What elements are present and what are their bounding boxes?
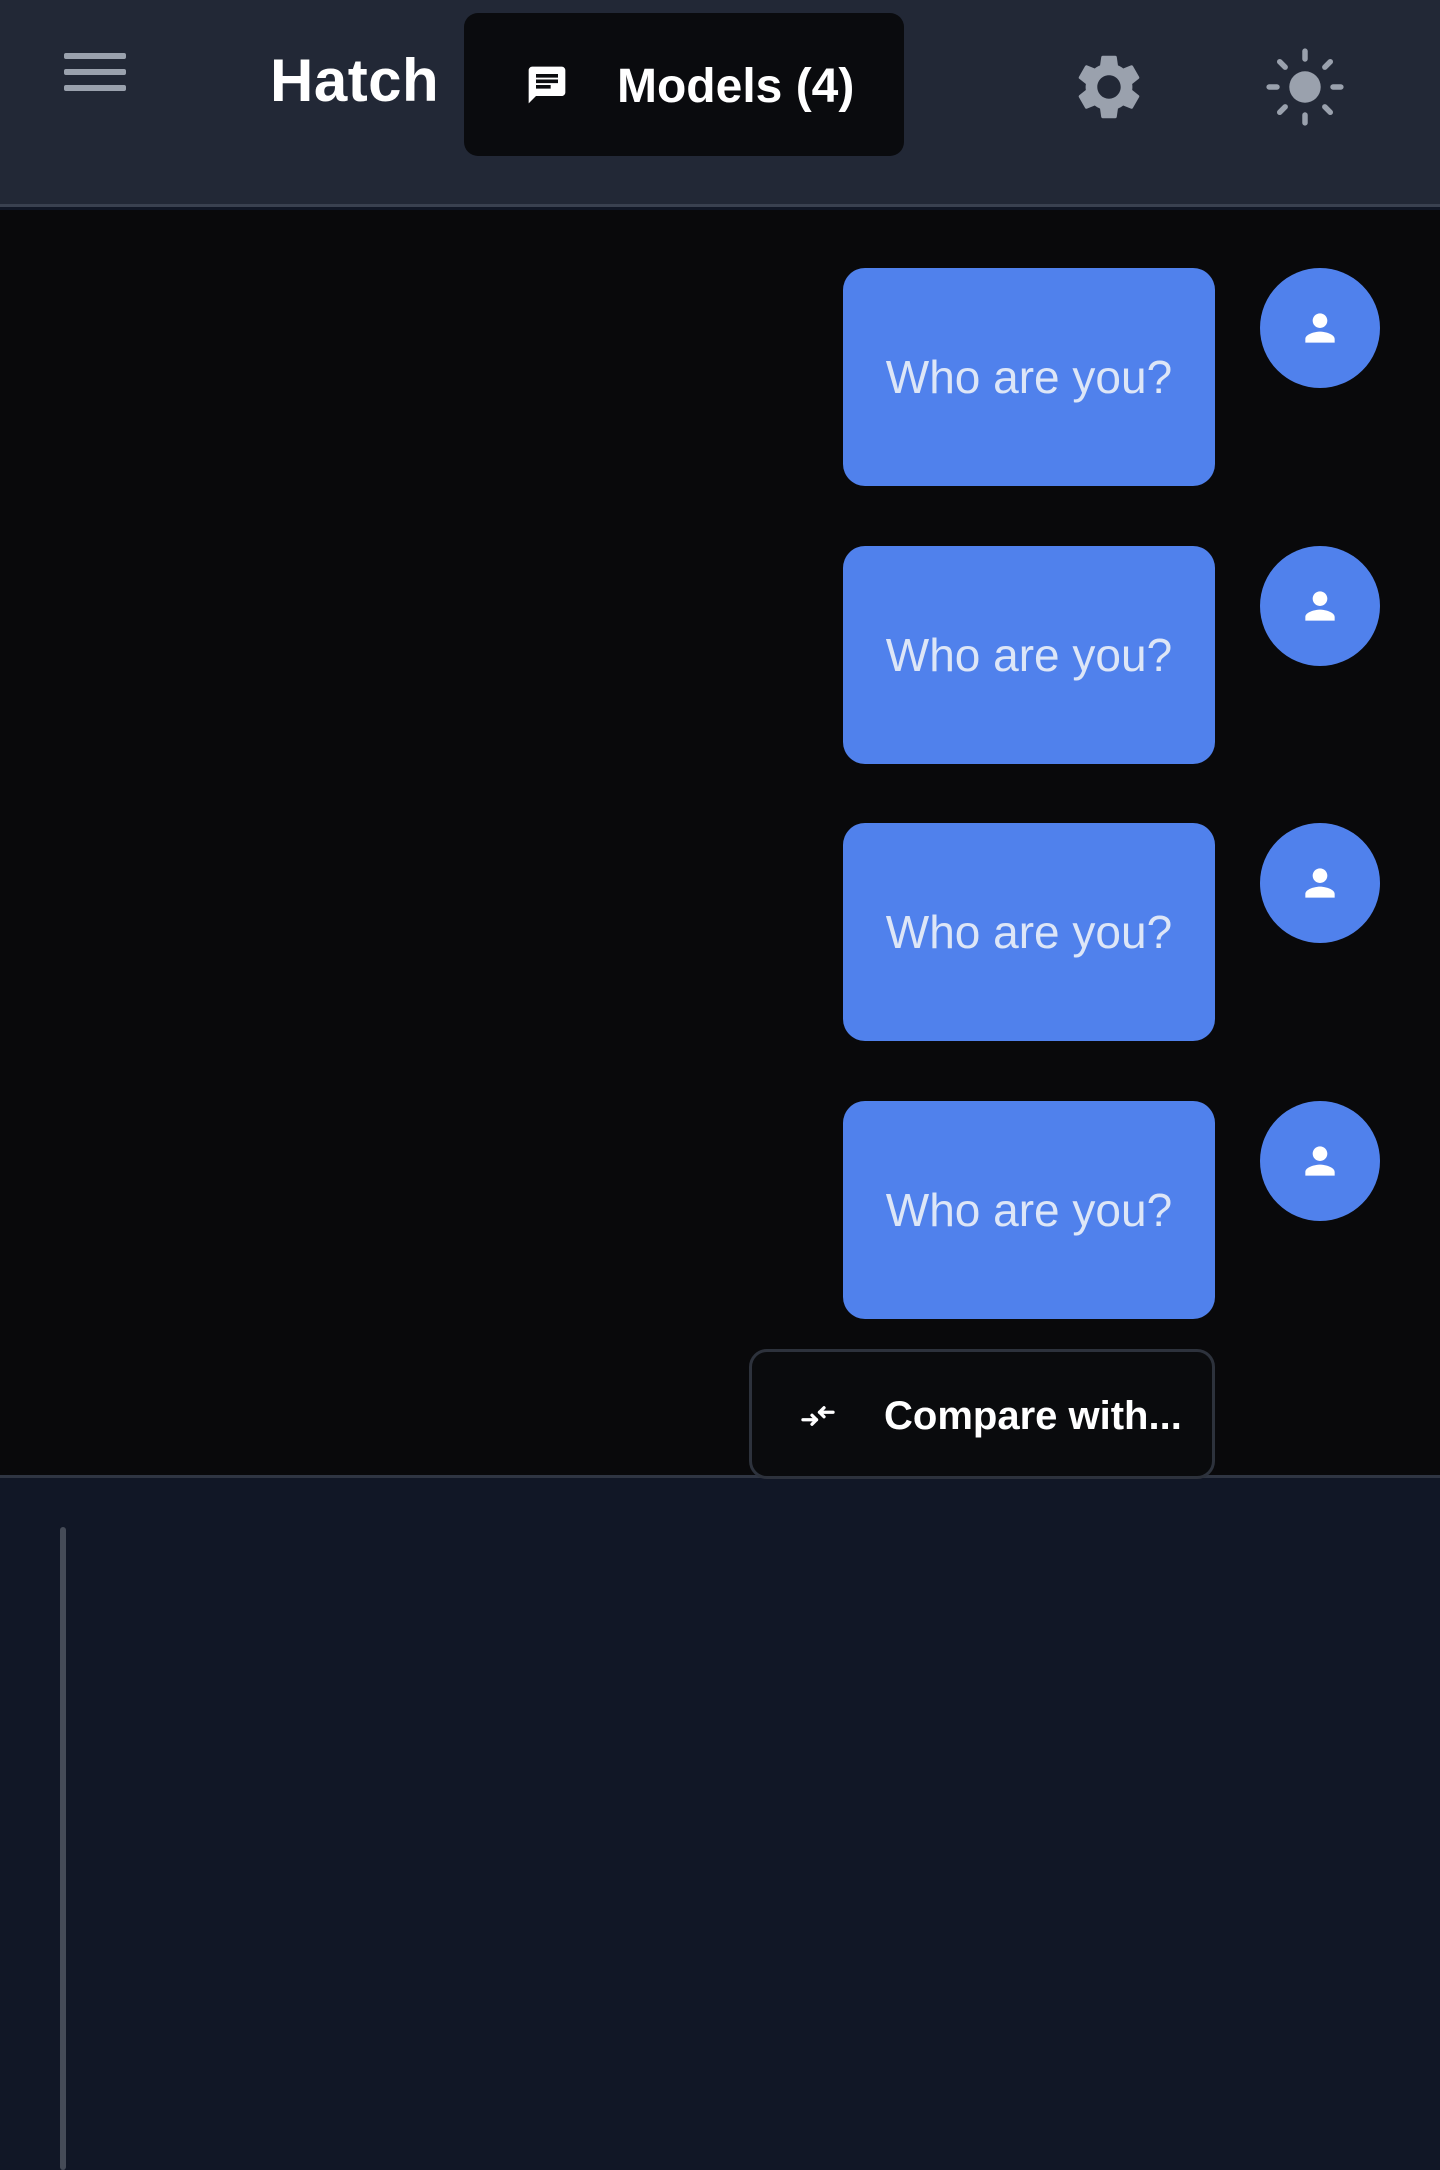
user-icon — [1305, 313, 1335, 343]
user-avatar — [1260, 1101, 1380, 1221]
top-bar: Hatch Models (4) — [0, 0, 1440, 207]
user-avatar — [1260, 823, 1380, 943]
input-panel — [0, 1481, 1440, 2170]
message-row: Who are you? — [0, 546, 1440, 764]
user-message-bubble: Who are you? — [843, 823, 1215, 1041]
compare-with-label: Compare with... — [884, 1394, 1182, 1438]
message-row: Who are you? — [0, 1101, 1440, 1319]
gear-icon[interactable] — [1070, 48, 1148, 126]
user-icon — [1305, 868, 1335, 898]
app-title: Hatch — [270, 47, 440, 114]
chat-icon — [528, 66, 566, 104]
app-root: Hatch Models (4) Who are you? Who are yo… — [0, 0, 1440, 2170]
message-row: Who are you? — [0, 823, 1440, 1041]
message-row: Who are you? — [0, 268, 1440, 486]
chat-thread: Who are you? Who are you? Who are you? W… — [0, 210, 1440, 1479]
sun-icon[interactable] — [1264, 46, 1346, 128]
scrollbar[interactable] — [60, 1527, 66, 2170]
user-message-bubble: Who are you? — [843, 268, 1215, 486]
menu-line — [64, 85, 126, 91]
compare-with-button[interactable]: Compare with... — [749, 1349, 1215, 1479]
user-message-bubble: Who are you? — [843, 1101, 1215, 1319]
user-message-bubble: Who are you? — [843, 546, 1215, 764]
user-icon — [1305, 1146, 1335, 1176]
models-button-label: Models (4) — [617, 60, 855, 113]
user-icon — [1305, 591, 1335, 621]
user-avatar — [1260, 268, 1380, 388]
models-button[interactable]: Models (4) — [464, 13, 904, 156]
menu-line — [64, 69, 126, 75]
compare-arrows-icon — [801, 1406, 835, 1426]
hamburger-menu-icon[interactable] — [64, 42, 136, 102]
menu-line — [64, 53, 126, 59]
user-avatar — [1260, 546, 1380, 666]
